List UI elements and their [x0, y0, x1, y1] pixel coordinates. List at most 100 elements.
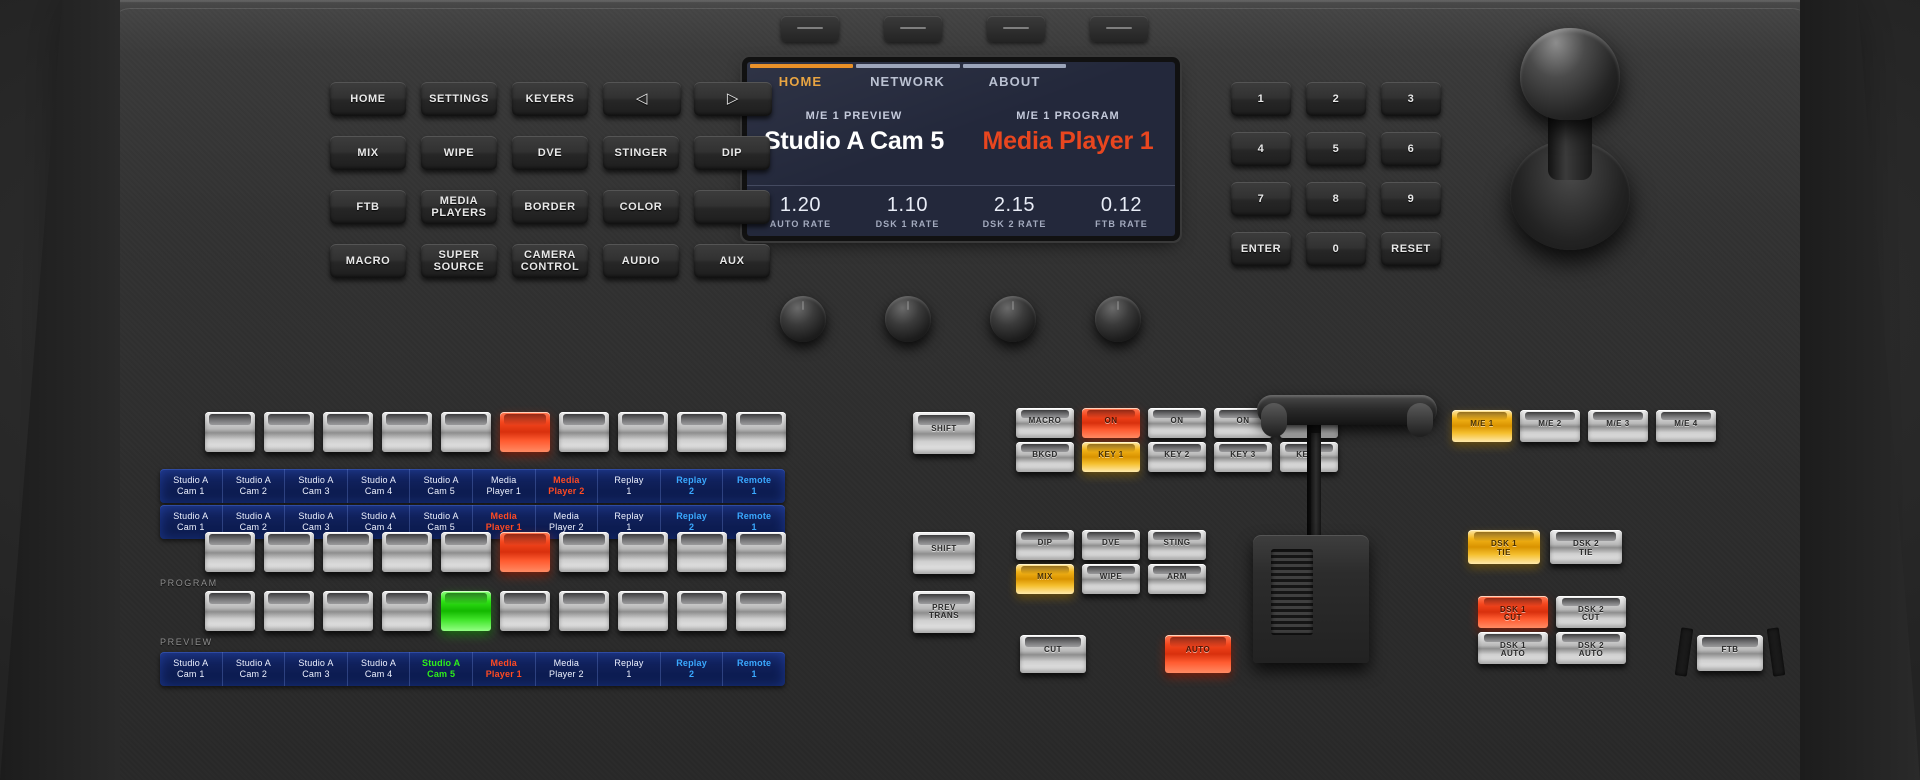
menu-button-color[interactable]: COLOR: [603, 190, 679, 224]
preview-bus-key-9[interactable]: [736, 591, 786, 631]
program-shift-row-key-5[interactable]: [500, 412, 550, 452]
program-shift-row-key-2[interactable]: [323, 412, 373, 452]
soft-knob-dsk2-rate[interactable]: [990, 296, 1036, 342]
program-bus-key-8[interactable]: [677, 532, 727, 572]
top-tab-4[interactable]: [1090, 16, 1148, 42]
soft-knob-dsk1-rate[interactable]: [885, 296, 931, 342]
keypad-button-3[interactable]: 3: [1381, 82, 1441, 116]
transition-type-dip[interactable]: DIP: [1016, 530, 1074, 560]
program-bus-key-4[interactable]: [441, 532, 491, 572]
program-bus-key-0[interactable]: [205, 532, 255, 572]
menu-button-settings[interactable]: SETTINGS: [421, 82, 497, 116]
menu-button-media-players[interactable]: MEDIA PLAYERS: [421, 190, 497, 224]
program-bus-key-5[interactable]: [500, 532, 550, 572]
program-shift-row-key-7[interactable]: [618, 412, 668, 452]
auto-button[interactable]: AUTO: [1165, 635, 1231, 673]
shift-button-0[interactable]: SHIFT: [913, 412, 975, 454]
menu-button-border[interactable]: BORDER: [512, 190, 588, 224]
program-bus-key-3[interactable]: [382, 532, 432, 572]
lcd-display[interactable]: HOME NETWORK ABOUT M/E 1 PREVIEW Studio …: [747, 62, 1175, 236]
menu-button-blank[interactable]: ▷: [694, 82, 772, 116]
menu-button-wipe[interactable]: WIPE: [421, 136, 497, 170]
program-bus-key-6[interactable]: [559, 532, 609, 572]
menu-button-camera-control[interactable]: CAMERA CONTROL: [512, 244, 588, 278]
program-shift-row-key-1[interactable]: [264, 412, 314, 452]
preview-bus-key-3[interactable]: [382, 591, 432, 631]
menu-button-home[interactable]: HOME: [330, 82, 406, 116]
dsk-dsk-1-cut-button[interactable]: DSK 1 CUT: [1478, 596, 1548, 628]
me-button-m-e-4[interactable]: M/E 4: [1656, 410, 1716, 442]
program-bus-key-1[interactable]: [264, 532, 314, 572]
program-shift-row-key-8[interactable]: [677, 412, 727, 452]
program-shift-row-key-4[interactable]: [441, 412, 491, 452]
me-button-m-e-3[interactable]: M/E 3: [1588, 410, 1648, 442]
keypad-button-8[interactable]: 8: [1306, 182, 1366, 216]
keyer-on-button-0[interactable]: MACRO: [1016, 408, 1074, 438]
keyer-select-button-key-2[interactable]: KEY 2: [1148, 442, 1206, 472]
menu-button-macro[interactable]: MACRO: [330, 244, 406, 278]
shift-button-2[interactable]: PREV TRANS: [913, 591, 975, 633]
me-button-m-e-2[interactable]: M/E 2: [1520, 410, 1580, 442]
keypad-button-6[interactable]: 6: [1381, 132, 1441, 166]
ftb-button[interactable]: FTB: [1697, 635, 1763, 671]
dsk-dsk-2-auto-button[interactable]: DSK 2 AUTO: [1556, 632, 1626, 664]
menu-button-stinger[interactable]: STINGER: [603, 136, 679, 170]
menu-button-super-source[interactable]: SUPER SOURCE: [421, 244, 497, 278]
keypad-button-enter[interactable]: ENTER: [1231, 232, 1291, 266]
menu-button-audio[interactable]: AUDIO: [603, 244, 679, 278]
tab-about[interactable]: ABOUT: [961, 74, 1068, 89]
shift-button-1[interactable]: SHIFT: [913, 532, 975, 574]
menu-button-dve[interactable]: DVE: [512, 136, 588, 170]
transition-type-mix[interactable]: MIX: [1016, 564, 1074, 594]
top-tab-3[interactable]: [987, 16, 1045, 42]
keypad-button-reset[interactable]: RESET: [1381, 232, 1441, 266]
transition-type-sting[interactable]: STING: [1148, 530, 1206, 560]
menu-button-ftb[interactable]: FTB: [330, 190, 406, 224]
keypad-button-9[interactable]: 9: [1381, 182, 1441, 216]
keypad-button-5[interactable]: 5: [1306, 132, 1366, 166]
keypad-button-7[interactable]: 7: [1231, 182, 1291, 216]
tab-network[interactable]: NETWORK: [854, 74, 961, 89]
menu-button-dip[interactable]: DIP: [694, 136, 770, 170]
me-button-m-e-1[interactable]: M/E 1: [1452, 410, 1512, 442]
dsk-dsk-1-auto-button[interactable]: DSK 1 AUTO: [1478, 632, 1548, 664]
menu-button-mix[interactable]: MIX: [330, 136, 406, 170]
keypad-button-4[interactable]: 4: [1231, 132, 1291, 166]
menu-button-keyers[interactable]: KEYERS: [512, 82, 588, 116]
menu-button-blank[interactable]: ◁: [603, 82, 681, 116]
preview-bus-key-2[interactable]: [323, 591, 373, 631]
menu-button-blank[interactable]: [694, 190, 770, 224]
preview-bus-key-4[interactable]: [441, 591, 491, 631]
t-bar-fader[interactable]: [1245, 385, 1437, 675]
joystick[interactable]: [1510, 28, 1630, 278]
keypad-button-1[interactable]: 1: [1231, 82, 1291, 116]
soft-knob-ftb-rate[interactable]: [1095, 296, 1141, 342]
top-tab-1[interactable]: [781, 16, 839, 42]
dsk-tie-button-1[interactable]: DSK 1 TIE: [1468, 530, 1540, 564]
joystick-knob[interactable]: [1520, 28, 1620, 120]
keyer-select-button-bkgd[interactable]: BKGD: [1016, 442, 1074, 472]
preview-bus-key-6[interactable]: [559, 591, 609, 631]
preview-bus-key-8[interactable]: [677, 591, 727, 631]
program-bus-key-7[interactable]: [618, 532, 668, 572]
transition-type-arm[interactable]: ARM: [1148, 564, 1206, 594]
preview-bus-key-0[interactable]: [205, 591, 255, 631]
soft-knob-auto-rate[interactable]: [780, 296, 826, 342]
dsk-tie-button-2[interactable]: DSK 2 TIE: [1550, 530, 1622, 564]
t-bar-handle[interactable]: [1257, 395, 1437, 437]
program-bus-key-2[interactable]: [323, 532, 373, 572]
program-bus-key-9[interactable]: [736, 532, 786, 572]
keyer-on-button-2[interactable]: ON: [1148, 408, 1206, 438]
dsk-dsk-2-cut-button[interactable]: DSK 2 CUT: [1556, 596, 1626, 628]
program-shift-row-key-3[interactable]: [382, 412, 432, 452]
preview-bus-key-5[interactable]: [500, 591, 550, 631]
transition-type-wipe[interactable]: WIPE: [1082, 564, 1140, 594]
top-tab-2[interactable]: [884, 16, 942, 42]
preview-bus-key-1[interactable]: [264, 591, 314, 631]
preview-bus-key-7[interactable]: [618, 591, 668, 631]
keypad-button-2[interactable]: 2: [1306, 82, 1366, 116]
cut-button[interactable]: CUT: [1020, 635, 1086, 673]
transition-type-dve[interactable]: DVE: [1082, 530, 1140, 560]
program-shift-row-key-9[interactable]: [736, 412, 786, 452]
keyer-on-button-1[interactable]: ON: [1082, 408, 1140, 438]
